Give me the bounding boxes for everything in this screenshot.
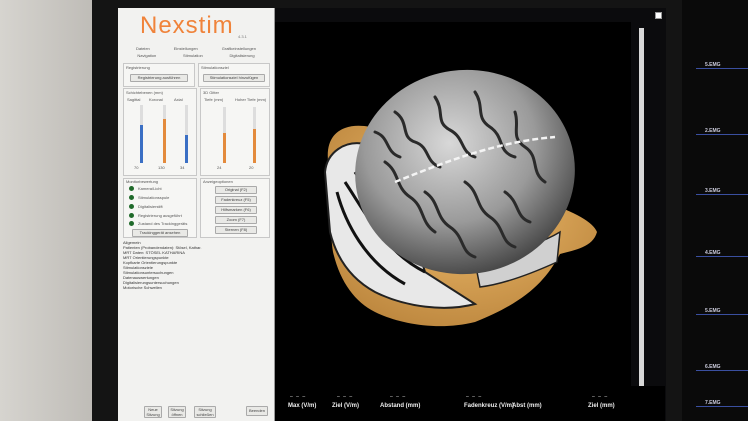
open-session-button[interactable]: Sitzung öffnen — [168, 406, 186, 418]
view-crosshair-button[interactable]: Fadenkreuz (F5) — [215, 196, 257, 204]
crosshair-readout: – – – — [466, 394, 483, 400]
monitoring-box: Monitorbewertung Kamera/Licht Stimulatio… — [123, 178, 197, 238]
label-crosshair: Fadenkreuz (V/m) — [464, 403, 515, 409]
tab-row-1: Dateien Einstellungen Grafikeinstellunge… — [124, 46, 268, 53]
view-helper-marks-button[interactable]: Hilfsmarken (F6) — [215, 206, 257, 214]
tab-grafikeinstellungen[interactable]: Grafikeinstellungen — [222, 46, 256, 53]
label-target-mm: Ziel (mm) — [588, 403, 615, 409]
label-distance: Abstand (mm) — [380, 403, 421, 409]
tab-stimulation[interactable]: Stimulation — [183, 53, 203, 60]
stimulation-title: Stimulationsziel — [201, 65, 229, 70]
slices-title: Schichtebenen (mm) — [126, 90, 163, 95]
monitoring-title: Monitorbewertung — [126, 179, 159, 184]
max-depth-slider[interactable] — [253, 107, 256, 163]
nexstim-window: Nexstim 4.3.1 Dateien Einstellungen Graf… — [118, 8, 666, 421]
grid3d-title: 3D Gitter — [203, 90, 220, 95]
view-tracking-device-button[interactable]: Trackinggerät ansehen — [132, 229, 188, 237]
view-options-title: Anzeigeoptionen — [203, 179, 233, 184]
slice-label-axial: Axial — [174, 97, 183, 102]
distance-readout: – – – — [390, 394, 407, 400]
tab-navigation[interactable]: Navigation — [137, 53, 156, 60]
stimulation-target-box: Stimulationsziel Stimulationsziel hinzuf… — [198, 63, 270, 87]
emg-label: 3.EMG — [705, 188, 721, 194]
emg-label: 7.EMG — [705, 400, 721, 406]
max-depth-value[interactable]: 20 — [249, 165, 253, 170]
brain-render — [323, 69, 597, 327]
emg-trace — [696, 134, 748, 135]
koronal-value[interactable]: 130 — [158, 165, 165, 170]
add-stimulation-target-button[interactable]: Stimulationsziel hinzufügen — [203, 74, 265, 82]
emg-label: 6.EMG — [705, 364, 721, 370]
app-logo: Nexstim — [140, 12, 234, 39]
monitor-item: Stimulationsspule — [138, 195, 170, 200]
session-tree: Allgemein Patienten (Probandendaten): St… — [123, 240, 269, 290]
3d-brain-viewer[interactable] — [275, 22, 631, 389]
koronal-slider[interactable] — [163, 105, 166, 163]
tab-dateien[interactable]: Dateien — [136, 46, 150, 53]
depth-value[interactable]: 24 — [217, 165, 221, 170]
status-led-icon — [129, 204, 134, 209]
exit-button[interactable]: Beenden — [246, 406, 268, 416]
view-zoom-button[interactable]: Zoom (F7) — [215, 216, 257, 224]
label-abst: Abst (mm) — [512, 403, 542, 409]
background-wall — [0, 0, 100, 421]
emg-label: 5.EMG — [705, 308, 721, 314]
view-options-box: Anzeigeoptionen Original (F2) Fadenkreuz… — [200, 178, 270, 238]
emg-trace — [696, 370, 748, 371]
viewer-scrollbar[interactable] — [639, 28, 644, 393]
window-corner-icon[interactable] — [655, 12, 662, 19]
monitor-item: Digitalisierstift — [138, 204, 163, 209]
emg-trace — [696, 406, 748, 407]
emg-label: 2.EMG — [705, 128, 721, 134]
axial-value[interactable]: 34 — [180, 165, 184, 170]
close-session-button[interactable]: Sitzung schließen — [194, 406, 216, 418]
slices-box: Schichtebenen (mm) Sagittal Koronal Axia… — [123, 88, 197, 176]
emg-trace — [696, 68, 748, 69]
slice-label-sagittal: Sagittal — [127, 97, 141, 102]
label-target: Ziel (V/m) — [332, 403, 360, 409]
registration-button[interactable]: Registrierung ausführen — [130, 74, 188, 82]
tab-row-2: Navigation Stimulation Digitalisierung — [124, 53, 268, 60]
target-readout: – – – — [337, 394, 354, 400]
sagittal-slider[interactable] — [140, 105, 143, 163]
emg-label: 5.EMG — [705, 62, 721, 68]
emg-trace — [696, 314, 748, 315]
registration-title: Registrierung — [126, 65, 150, 70]
depth-slider[interactable] — [223, 107, 226, 163]
grid3d-box: 3D Gitter Tiefe (mm) Hoher Tiefe (mm) 24… — [200, 88, 270, 176]
emg-trace — [696, 256, 748, 257]
registration-box: Registrierung Registrierung ausführen — [123, 63, 195, 87]
status-led-icon — [129, 195, 134, 200]
app-version: 4.3.1 — [238, 34, 247, 39]
new-session-button[interactable]: Neue Sitzung — [144, 406, 162, 418]
status-led-icon — [129, 221, 134, 226]
view-original-button[interactable]: Original (F2) — [215, 186, 257, 194]
grid3d-label-depth: Tiefe (mm) — [204, 97, 224, 102]
tree-item-motor-thresholds[interactable]: Motorische Schwellen — [123, 285, 269, 290]
monitor-item: Kamera/Licht — [138, 186, 162, 191]
monitor-item: Zustand des Trackinggeräts — [138, 221, 188, 226]
sagittal-value[interactable]: 70 — [134, 165, 138, 170]
tab-digitalisierung[interactable]: Digitalisierung — [230, 53, 255, 60]
axial-slider[interactable] — [185, 105, 188, 163]
monitor-item: Registrierung ausgeführt — [138, 213, 182, 218]
grid3d-label-max-depth: Hoher Tiefe (mm) — [235, 97, 267, 102]
target-mm-readout: – – – — [592, 394, 609, 400]
status-led-icon — [129, 186, 134, 191]
view-stars-button[interactable]: Sternen (F8) — [215, 226, 257, 234]
emg-trace — [696, 194, 748, 195]
tab-einstellungen[interactable]: Einstellungen — [174, 46, 198, 53]
slice-label-koronal: Koronal — [149, 97, 163, 102]
status-led-icon — [129, 213, 134, 218]
emg-label: 4.EMG — [705, 250, 721, 256]
label-max: Max (V/m) — [288, 403, 317, 409]
tab-bar: Dateien Einstellungen Grafikeinstellunge… — [124, 46, 268, 60]
max-readout: – – – — [290, 394, 307, 400]
control-panel: Nexstim 4.3.1 Dateien Einstellungen Graf… — [118, 8, 275, 421]
